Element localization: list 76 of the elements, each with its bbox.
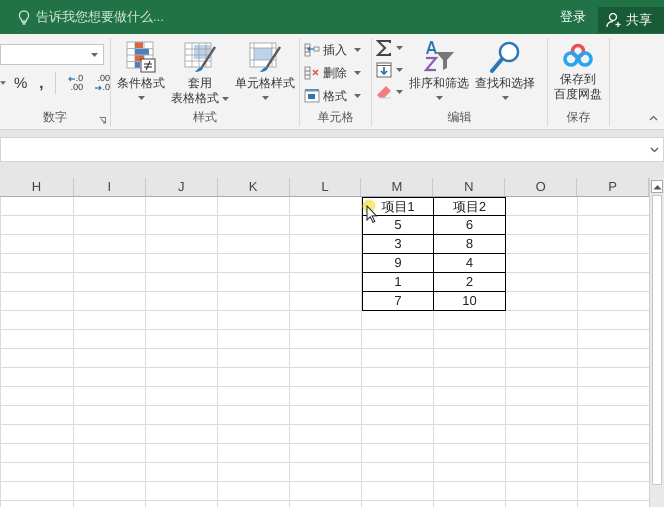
caret-icon	[436, 96, 442, 100]
caret-icon	[502, 96, 508, 100]
column-header[interactable]: I	[74, 178, 146, 196]
column-header[interactable]: L	[290, 178, 362, 196]
increase-decimal-button[interactable]: .0 .00	[64, 74, 84, 92]
column-header[interactable]: M	[361, 178, 434, 196]
column-header[interactable]: H	[0, 178, 74, 196]
sign-in-link[interactable]: 登录	[552, 8, 594, 26]
caret-icon	[354, 48, 361, 52]
share-button[interactable]: 共享	[598, 7, 664, 33]
caret-icon	[138, 96, 144, 100]
ribbon-button[interactable]: 单元格样式	[233, 38, 297, 100]
caret-icon[interactable]	[0, 81, 6, 85]
caret-icon	[396, 46, 403, 50]
scroll-up-button[interactable]	[651, 180, 663, 193]
group-label: 数字	[43, 109, 67, 126]
left-arrow-icon	[68, 76, 75, 82]
ribbon-button[interactable]: 条件格式	[115, 38, 167, 100]
table-cell: 4	[434, 254, 506, 273]
autosum-button[interactable]	[376, 40, 403, 56]
caret-icon	[354, 71, 361, 75]
ribbon-button[interactable]: 保存到 百度网盘	[552, 38, 604, 102]
person-add-icon	[606, 12, 622, 28]
caret-icon	[222, 96, 229, 100]
caret-icon	[262, 96, 268, 100]
lightbulb-icon	[18, 10, 30, 24]
table-cell: 7	[362, 292, 434, 311]
table-cell: 1	[362, 273, 434, 292]
cell-brush-icon	[248, 40, 282, 74]
group-label: 编辑	[448, 109, 472, 126]
comma-button[interactable]: ,	[35, 74, 48, 92]
expand-icon[interactable]	[650, 146, 659, 152]
decrease-decimal-button[interactable]: .00 .0	[91, 74, 110, 92]
column-header[interactable]: K	[218, 178, 290, 196]
column-heading-cell: 项目2	[434, 197, 506, 216]
down-arrow-box-icon	[376, 62, 392, 78]
group-label: 单元格	[318, 109, 354, 126]
magnifier-icon	[488, 40, 522, 74]
table-cell: 9	[362, 254, 434, 273]
delete-cells-icon	[304, 66, 320, 80]
format-cells-icon	[304, 89, 320, 103]
group-label: 样式	[193, 109, 217, 126]
dialog-launcher-icon[interactable]	[99, 117, 106, 124]
column-header[interactable]: N	[433, 178, 506, 196]
ribbon-button[interactable]: 删除	[304, 63, 367, 83]
insert-cells-icon	[304, 43, 320, 57]
ribbon-button[interactable]: 查找和选择	[473, 38, 537, 100]
ribbon-button[interactable]: 格式	[304, 86, 367, 106]
collapse-ribbon-icon[interactable]	[649, 115, 658, 121]
table-cell: 3	[362, 235, 434, 254]
caret-icon	[91, 52, 98, 56]
fill-button[interactable]	[376, 62, 403, 78]
sort-filter-icon	[422, 40, 456, 74]
right-arrow-icon	[94, 84, 102, 90]
table-cell: 2	[434, 273, 506, 292]
table-brush-icon	[183, 40, 217, 74]
ribbon-button[interactable]: 套用 表格格式	[169, 38, 231, 106]
caret-icon	[396, 90, 403, 94]
column-header[interactable]: J	[146, 178, 218, 196]
eraser-icon	[376, 84, 392, 100]
table-cell: 10	[434, 292, 506, 311]
caret-icon	[396, 68, 403, 72]
caret-icon	[354, 94, 361, 98]
percent-button[interactable]: %	[14, 74, 28, 92]
group-label: 保存	[566, 109, 590, 126]
up-triangle-icon	[652, 184, 662, 190]
ribbon-button[interactable]: 插入	[304, 40, 367, 60]
scrollbar-thumb[interactable]	[652, 195, 662, 485]
sigma-icon	[376, 40, 392, 56]
clear-button[interactable]	[376, 84, 403, 100]
table-cell: 8	[434, 235, 506, 254]
column-header[interactable]: O	[505, 178, 578, 196]
grid-chart-icon	[125, 40, 157, 74]
number-format-field[interactable]	[0, 44, 104, 65]
table-cell: 6	[434, 216, 506, 235]
ribbon-button[interactable]: 排序和筛选	[407, 38, 471, 100]
